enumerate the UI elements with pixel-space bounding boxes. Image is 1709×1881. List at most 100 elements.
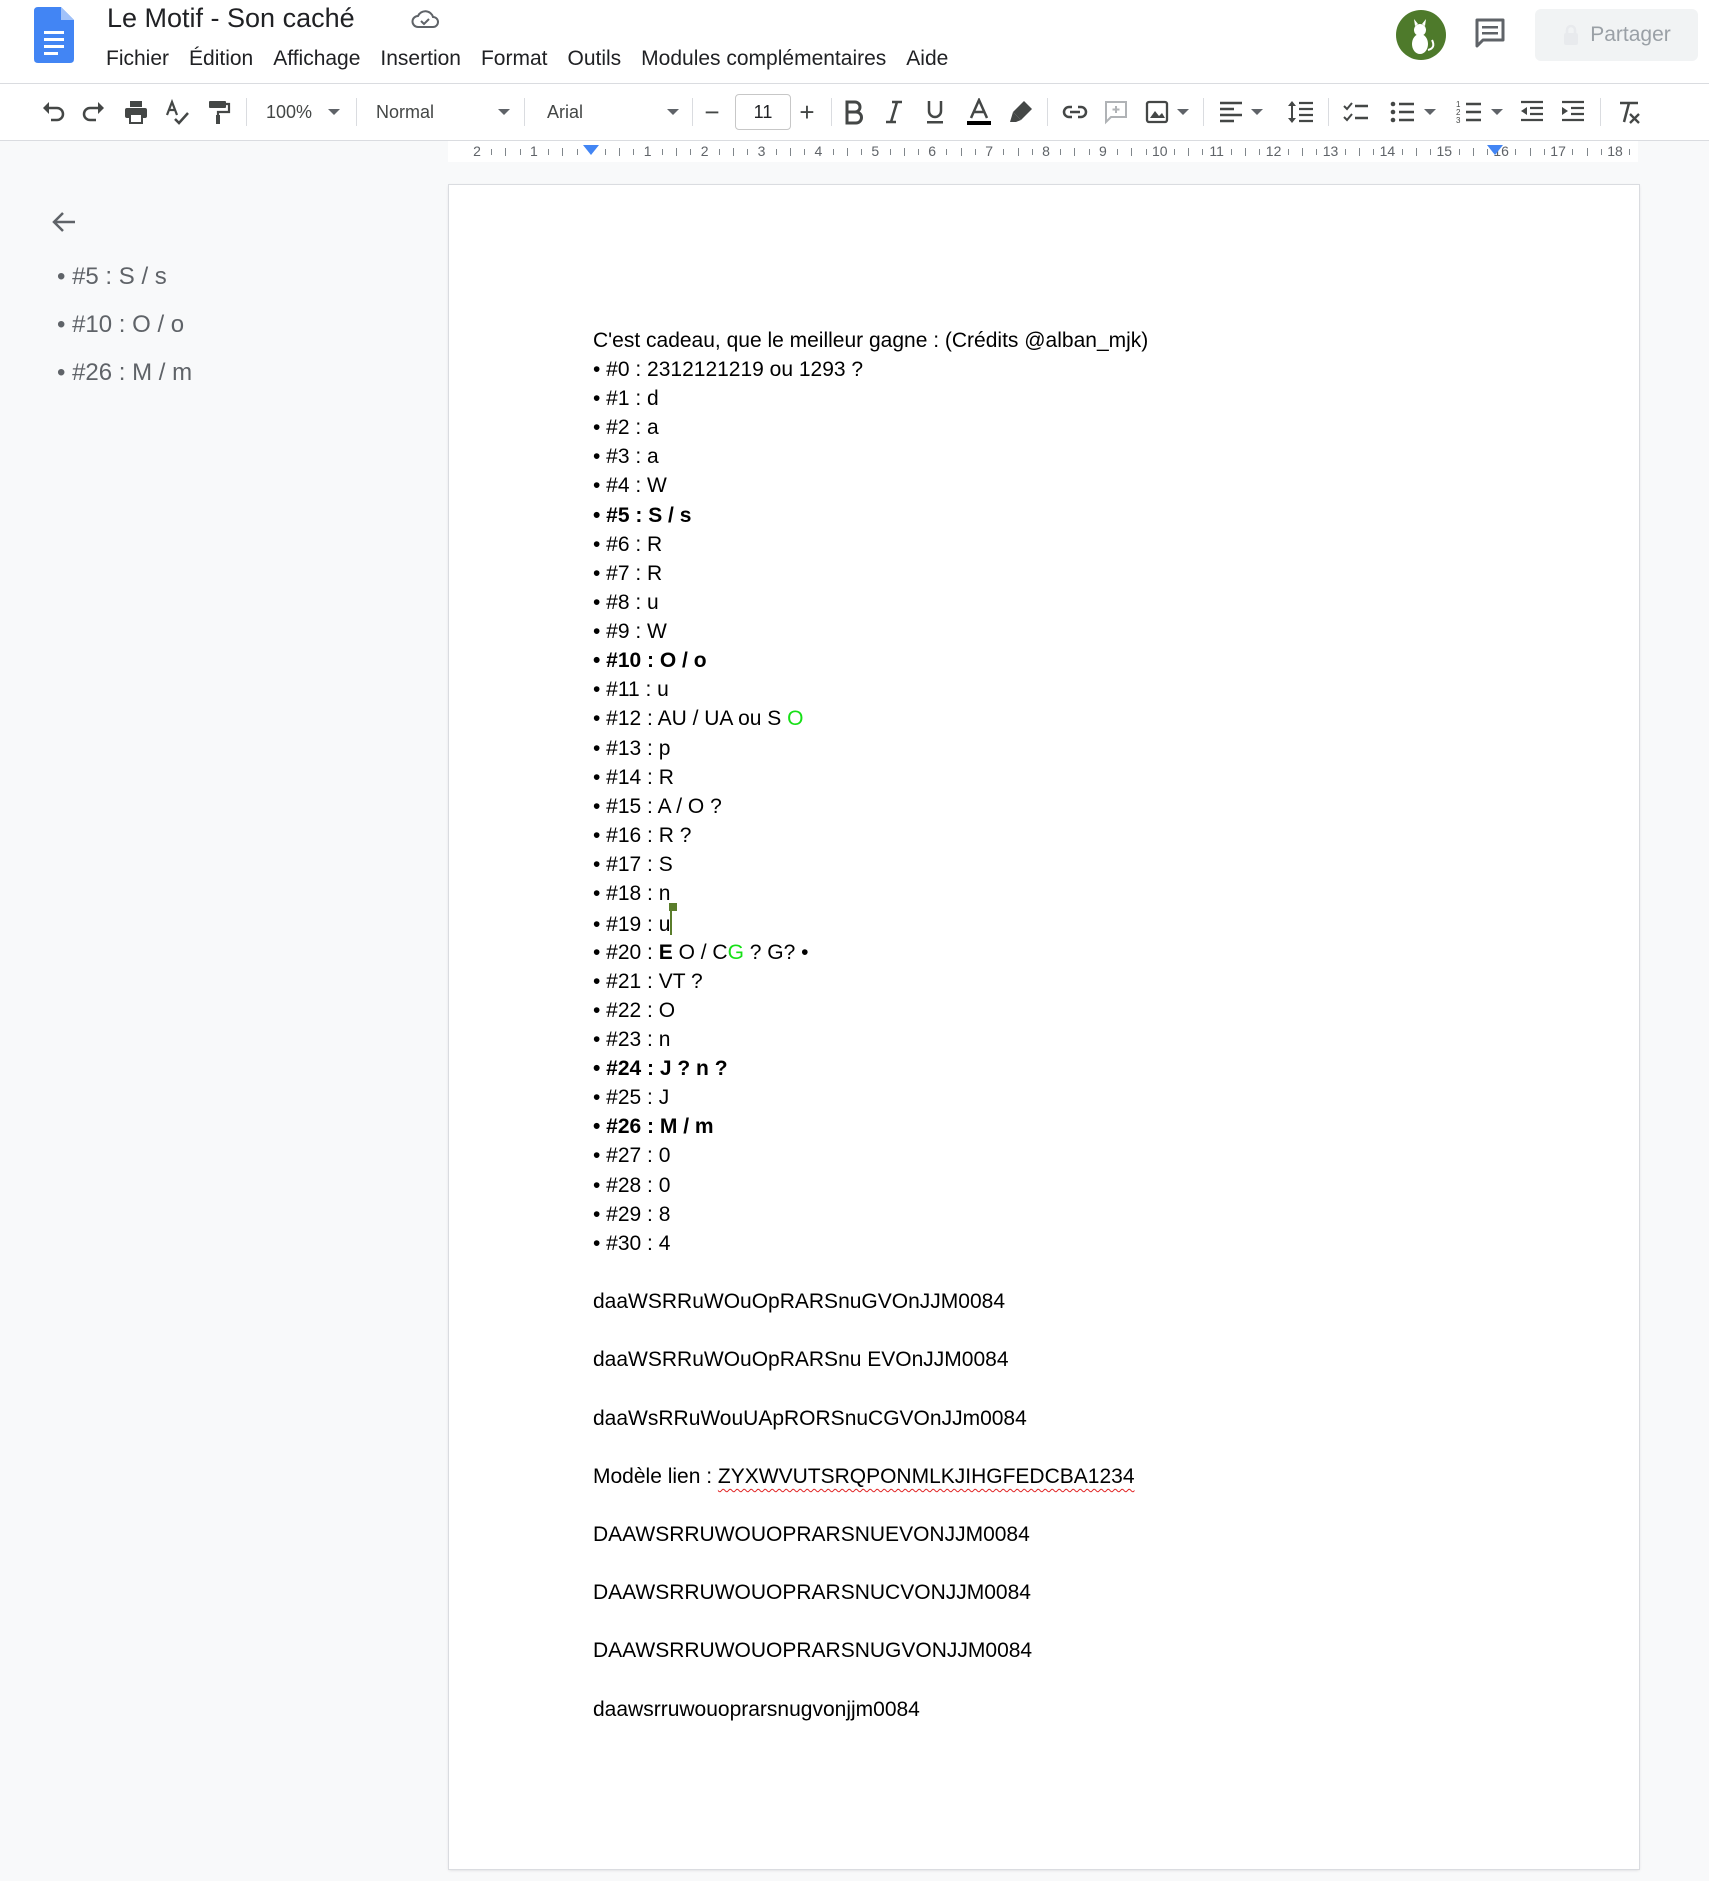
ruler[interactable]: 2 1 1 2 3 4 5 6 7 8 9 10 11 12 13 14 15 16 17 18	[0, 141, 1709, 163]
undo-icon	[43, 102, 65, 122]
ruler-tick	[1088, 149, 1090, 155]
list-item: • #10 : O / o	[593, 649, 707, 672]
menu-fichier[interactable]: Fichier	[96, 45, 179, 75]
highlight-button[interactable]	[1004, 92, 1038, 132]
paint-format-button[interactable]	[201, 92, 235, 132]
clear-format-button[interactable]	[1611, 92, 1645, 132]
ruler-tick	[974, 149, 976, 155]
increase-font-size-button[interactable]: +	[792, 92, 822, 132]
cloud-icon[interactable]	[410, 7, 440, 31]
list-item: • #4 : W	[593, 474, 667, 497]
italic-icon	[886, 100, 902, 124]
comment-icon[interactable]	[1473, 16, 1507, 50]
bold-button[interactable]	[836, 92, 870, 132]
numbered-list-button[interactable]: 123	[1451, 92, 1507, 132]
code-line: daawsrruwouoprarsnugvonjjm0084	[593, 1698, 920, 1721]
ruler-tick	[1131, 148, 1133, 156]
ruler-tick	[1074, 148, 1076, 156]
ruler-tick	[718, 149, 720, 155]
model-line: Modèle lien : ZYXWVUTSRQPONMLKJIHGFEDCBA…	[593, 1465, 1135, 1489]
right-indent-marker[interactable]	[1487, 145, 1503, 155]
checklist-button[interactable]	[1339, 92, 1373, 132]
outline-item[interactable]: • #26 : M / m	[57, 359, 192, 387]
outline-item[interactable]: • #5 : S / s	[57, 263, 167, 291]
share-label: Partager	[1590, 23, 1671, 46]
line-spacing-button[interactable]	[1284, 92, 1318, 132]
redo-icon	[82, 102, 104, 122]
ruler-tick	[1430, 149, 1432, 155]
checklist-icon	[1343, 102, 1368, 122]
list-item: • #16 : R ?	[593, 824, 692, 847]
zoom-select[interactable]: 100%	[258, 92, 348, 132]
decrease-indent-icon	[1521, 100, 1543, 122]
list-item: • #6 : R	[593, 533, 663, 556]
font-size-input[interactable]: 11	[735, 94, 791, 130]
underline-button[interactable]	[918, 92, 952, 132]
intro-text: C'est cadeau, que le meilleur gagne : (C…	[593, 329, 1149, 352]
ruler-tick	[832, 149, 834, 155]
code-line: daaWSRRuWOuOpRARSnuGVOnJJM0084	[593, 1290, 1005, 1313]
undo-button[interactable]	[36, 92, 70, 132]
menu-insertion[interactable]: Insertion	[370, 45, 471, 75]
decrease-indent-button[interactable]	[1515, 92, 1549, 132]
ruler-tick	[1373, 149, 1375, 155]
ruler-tick	[548, 149, 550, 155]
ruler-tick	[1174, 149, 1176, 155]
ruler-tick	[1458, 149, 1460, 155]
menu-affichage[interactable]: Affichage	[263, 45, 370, 75]
ruler-tick	[690, 149, 692, 155]
menu-aide[interactable]: Aide	[896, 45, 958, 75]
italic-button[interactable]	[877, 92, 911, 132]
menu-bar: Fichier Édition Affichage Insertion Form…	[96, 45, 958, 75]
spellcheck-icon	[165, 98, 189, 125]
list-item: • #12 : AU / UA ou S O	[593, 707, 803, 731]
bullet-list-button[interactable]	[1384, 92, 1440, 132]
increase-indent-button[interactable]	[1556, 92, 1590, 132]
menu-modules[interactable]: Modules complémentaires	[631, 45, 896, 75]
ruler-tick	[1358, 148, 1360, 156]
list-item: • #15 : A / O ?	[593, 795, 722, 818]
item-text: • #19 : u	[593, 913, 671, 936]
text-color-button[interactable]	[960, 92, 998, 132]
underline-icon	[927, 101, 943, 124]
avatar[interactable]	[1396, 10, 1446, 60]
font-value: Arial	[547, 101, 584, 122]
list-item: • #27 : 0	[593, 1144, 671, 1167]
ruler-tick	[775, 149, 777, 155]
insert-image-button[interactable]	[1140, 92, 1192, 132]
docs-logo[interactable]	[34, 7, 74, 63]
menu-format[interactable]: Format	[471, 45, 558, 75]
ruler-tick	[1259, 149, 1261, 155]
share-button[interactable]: Partager	[1535, 9, 1698, 61]
menu-outils[interactable]: Outils	[557, 45, 631, 75]
ruler-label: 14	[1379, 143, 1396, 159]
style-select[interactable]: Normal	[372, 92, 514, 132]
list-item: • #23 : n	[593, 1028, 671, 1051]
decrease-font-size-button[interactable]: −	[697, 92, 727, 132]
font-select[interactable]: Arial	[543, 92, 683, 132]
bold-letter: E	[658, 941, 673, 964]
list-item: • #0 : 2312121219 ou 1293 ?	[593, 358, 864, 381]
menu-edition[interactable]: Édition	[179, 45, 263, 75]
align-button[interactable]	[1214, 92, 1266, 132]
ruler-tick	[1117, 149, 1119, 155]
left-indent-marker[interactable]	[583, 145, 599, 155]
ruler-tick	[1060, 149, 1062, 155]
spellcheck-button[interactable]	[160, 92, 194, 132]
style-value: Normal	[376, 101, 435, 122]
outline-item[interactable]: • #10 : O / o	[57, 311, 184, 339]
back-arrow-icon[interactable]	[47, 205, 81, 239]
document-title[interactable]: Le Motif - Son caché	[107, 3, 355, 34]
list-item: • #30 : 4	[593, 1232, 671, 1255]
add-comment-button[interactable]	[1099, 92, 1133, 132]
list-item: • #21 : VT ?	[593, 970, 703, 993]
ruler-tick	[1145, 149, 1147, 155]
insert-link-button[interactable]	[1058, 92, 1092, 132]
list-item: • #18 : n	[593, 882, 671, 905]
redo-button[interactable]	[77, 92, 111, 132]
print-button[interactable]	[119, 92, 153, 132]
ruler-tick	[1629, 149, 1631, 155]
ruler-tick	[789, 148, 791, 156]
chevron-down-icon	[1251, 109, 1263, 115]
chevron-down-icon	[1491, 109, 1503, 115]
